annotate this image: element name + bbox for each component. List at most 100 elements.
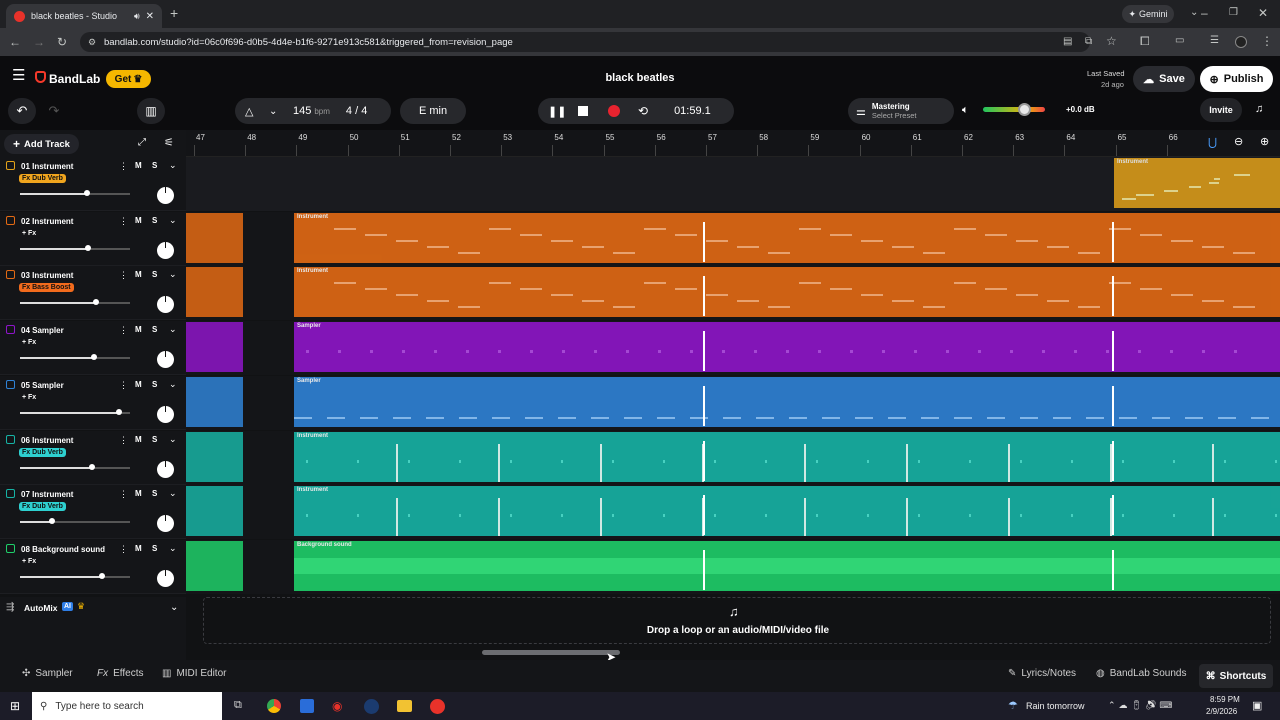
track-lane[interactable]: Instrument [186,430,1280,485]
track-expand-icon[interactable]: ⌄ [169,434,177,445]
shortcuts-button[interactable]: ⌘ Shortcuts [1199,664,1273,688]
metronome-icon[interactable]: △ [245,105,263,118]
undo-button[interactable]: ↶ [8,98,36,124]
track-fx-chip[interactable]: Fx Dub Verb [19,174,66,183]
site-info-icon[interactable]: ⚙ [88,37,96,48]
taskbar-search-box[interactable]: ⚲ Type here to search [32,692,222,720]
mute-button[interactable]: M [135,325,142,334]
drop-zone[interactable]: ♫ Drop a loop or an audio/MIDI/video fil… [203,597,1271,644]
track-more-icon[interactable]: ⋮ [119,489,128,500]
notifications-bell-icon[interactable]: ♫ [1255,103,1263,115]
track-fx-chip[interactable]: Fx Dub Verb [19,447,66,457]
mute-button[interactable]: M [135,435,142,444]
track-name[interactable]: 08 Background sound [21,545,105,554]
effects-tab[interactable]: Fx Effects [97,668,144,679]
track-fx-chip[interactable]: Fx Bass Boost [19,283,74,293]
automix-label[interactable]: AutoMix [24,603,58,613]
track-name[interactable]: 05 Sampler [21,381,64,390]
track-more-icon[interactable]: ⋮ [119,161,128,172]
track-lane[interactable]: Sampler [186,321,1280,376]
bpm-value[interactable]: 145 [293,105,311,117]
track-volume-handle[interactable] [93,299,100,306]
tab-search-icon[interactable]: ⌄ [1190,6,1198,20]
solo-button[interactable]: S [152,544,157,553]
metronome-dropdown-icon[interactable]: ⌄ [269,106,293,117]
track-header[interactable]: 02 Instrument + Fx ⋮ M S ⌄ [0,211,186,266]
track-expand-icon[interactable]: ⌄ [169,543,177,554]
midi-editor-tab[interactable]: ▥ MIDI Editor [162,668,226,679]
master-volume-handle[interactable] [1018,103,1031,116]
app-taskbar-icon[interactable]: ◉ [332,699,342,713]
time-signature[interactable]: 4 / 4 [346,105,367,117]
lyrics-notes-tab[interactable]: ✎ Lyrics/Notes [1008,668,1076,679]
stop-icon[interactable] [578,106,588,116]
track-more-icon[interactable]: ⋮ [119,544,128,555]
track-expand-icon[interactable]: ⌄ [169,488,177,499]
track-expand-icon[interactable]: ⌄ [169,269,177,280]
explorer-taskbar-icon[interactable] [397,700,412,712]
mute-button[interactable]: M [135,216,142,225]
audio-region[interactable] [186,540,243,591]
track-header[interactable]: 01 Instrument Fx Dub Verb ⋮ M S ⌄ [0,157,186,211]
tray-icons[interactable]: ⌃☁🔋︎🔊︎⌨ [1108,700,1175,711]
track-more-icon[interactable]: ⋮ [119,435,128,446]
record-icon[interactable] [608,105,620,117]
solo-button[interactable]: S [152,325,157,334]
audio-region[interactable] [186,212,243,263]
close-tab-icon[interactable]: ✕ [146,11,154,22]
track-header[interactable]: 06 Instrument Fx Dub Verb ⋮ M S ⌄ [0,430,186,485]
track-volume-slider[interactable] [20,463,130,470]
audio-region[interactable] [186,376,243,427]
zoom-out-icon[interactable]: ⊖ [1234,135,1244,148]
audio-region[interactable]: Instrument [294,431,1280,482]
track-name[interactable]: 03 Instrument [21,271,73,280]
audio-icon[interactable]: 🔊︎ [134,11,140,22]
audio-region[interactable]: Background sound [294,540,1280,591]
gemini-button[interactable]: ✦ Gemini [1122,5,1174,23]
track-more-icon[interactable]: ⋮ [119,325,128,336]
new-tab-icon[interactable]: + [170,6,178,20]
track-more-icon[interactable]: ⋮ [119,380,128,391]
track-more-icon[interactable]: ⋮ [119,270,128,281]
back-icon[interactable]: ← [9,35,21,49]
bookmark-star-icon[interactable]: ☆ [1106,34,1117,48]
track-header[interactable]: 07 Instrument Fx Dub Verb ⋮ M S ⌄ [0,485,186,540]
track-name[interactable]: 06 Instrument [21,436,73,445]
solo-button[interactable]: S [152,435,157,444]
get-membership-button[interactable]: Get ♛ [106,70,151,88]
track-volume-handle[interactable] [89,463,96,470]
mute-speaker-icon[interactable]: 🔈︎ [962,104,969,117]
store-taskbar-icon[interactable] [300,699,314,713]
solo-button[interactable]: S [152,489,157,498]
invite-button[interactable]: Invite [1200,98,1242,122]
audio-region[interactable]: Instrument [294,267,1280,318]
track-lane[interactable]: Background sound [186,539,1280,594]
track-header[interactable]: 04 Sampler + Fx ⋮ M S ⌄ [0,321,186,376]
snap-magnet-icon[interactable]: ⋃ [1208,136,1218,149]
bandlab-sounds-tab[interactable]: ◍ BandLab Sounds [1096,668,1186,679]
loop-icon[interactable]: ⟲ [638,104,648,118]
audio-region[interactable]: Instrument [294,212,1280,263]
track-volume-slider[interactable] [20,572,130,579]
automation-icon[interactable]: ⤢ [138,137,146,148]
profile-avatar[interactable] [1235,36,1247,48]
track-volume-handle[interactable] [84,190,91,196]
cast-icon[interactable]: ▭ [1175,34,1184,48]
track-volume-handle[interactable] [91,354,98,361]
solo-button[interactable]: S [152,216,157,225]
track-volume-slider[interactable] [20,408,130,415]
timeline-ruler[interactable]: 47 48 49 50 51 52 53 54 55 56 57 58 59 60 61 62 63 64 65 66… [186,130,1280,157]
add-track-button[interactable]: + Add Track [4,134,79,154]
mastering-button[interactable]: ⚌ Mastering Select Preset [848,98,954,124]
track-name[interactable]: 07 Instrument [21,490,73,499]
track-name[interactable]: 04 Sampler [21,326,64,335]
track-volume-handle[interactable] [48,518,55,525]
track-fx-chip[interactable]: + Fx [19,338,39,347]
track-volume-slider[interactable] [20,299,130,306]
track-expand-icon[interactable]: ⌄ [169,379,177,390]
track-header[interactable]: 05 Sampler + Fx ⋮ M S ⌄ [0,375,186,430]
reader-icon[interactable]: ▤ [1063,35,1072,49]
zoom-in-icon[interactable]: ⊕ [1260,135,1270,148]
track-name[interactable]: 01 Instrument [21,162,73,171]
track-lane[interactable]: Instrument [186,266,1280,321]
